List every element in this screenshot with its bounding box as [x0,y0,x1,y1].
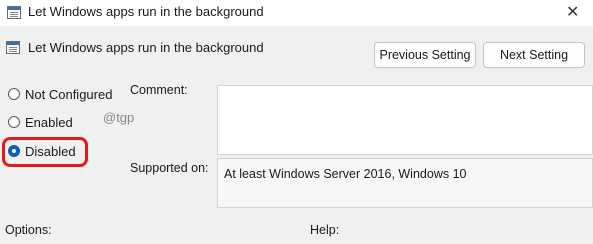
disabled-highlight-annotation [2,137,88,167]
comment-label: Comment: [130,83,188,97]
supported-on-field: At least Windows Server 2016, Windows 10 [217,158,593,208]
watermark: @tgp [103,110,135,125]
radio-circle-enabled[interactable] [8,116,20,128]
close-icon[interactable]: ✕ [566,2,579,22]
supported-on-value: At least Windows Server 2016, Windows 10 [224,167,467,181]
supported-on-label: Supported on: [130,161,209,175]
policy-setting-icon [6,41,20,54]
policy-name: Let Windows apps run in the background [28,40,264,55]
previous-setting-button[interactable]: Previous Setting [374,42,476,68]
radio-circle-not-configured[interactable] [8,88,20,100]
radio-label-not-configured: Not Configured [25,87,113,102]
title-bar: Let Windows apps run in the background ✕ [0,0,593,26]
help-section-label: Help: [310,223,340,237]
policy-window-icon [7,6,21,19]
comment-field[interactable] [217,85,593,155]
window-title: Let Windows apps run in the background [28,4,264,19]
next-setting-button[interactable]: Next Setting [483,42,585,68]
radio-label-enabled: Enabled [25,115,73,130]
options-section-label: Options: [5,223,52,237]
